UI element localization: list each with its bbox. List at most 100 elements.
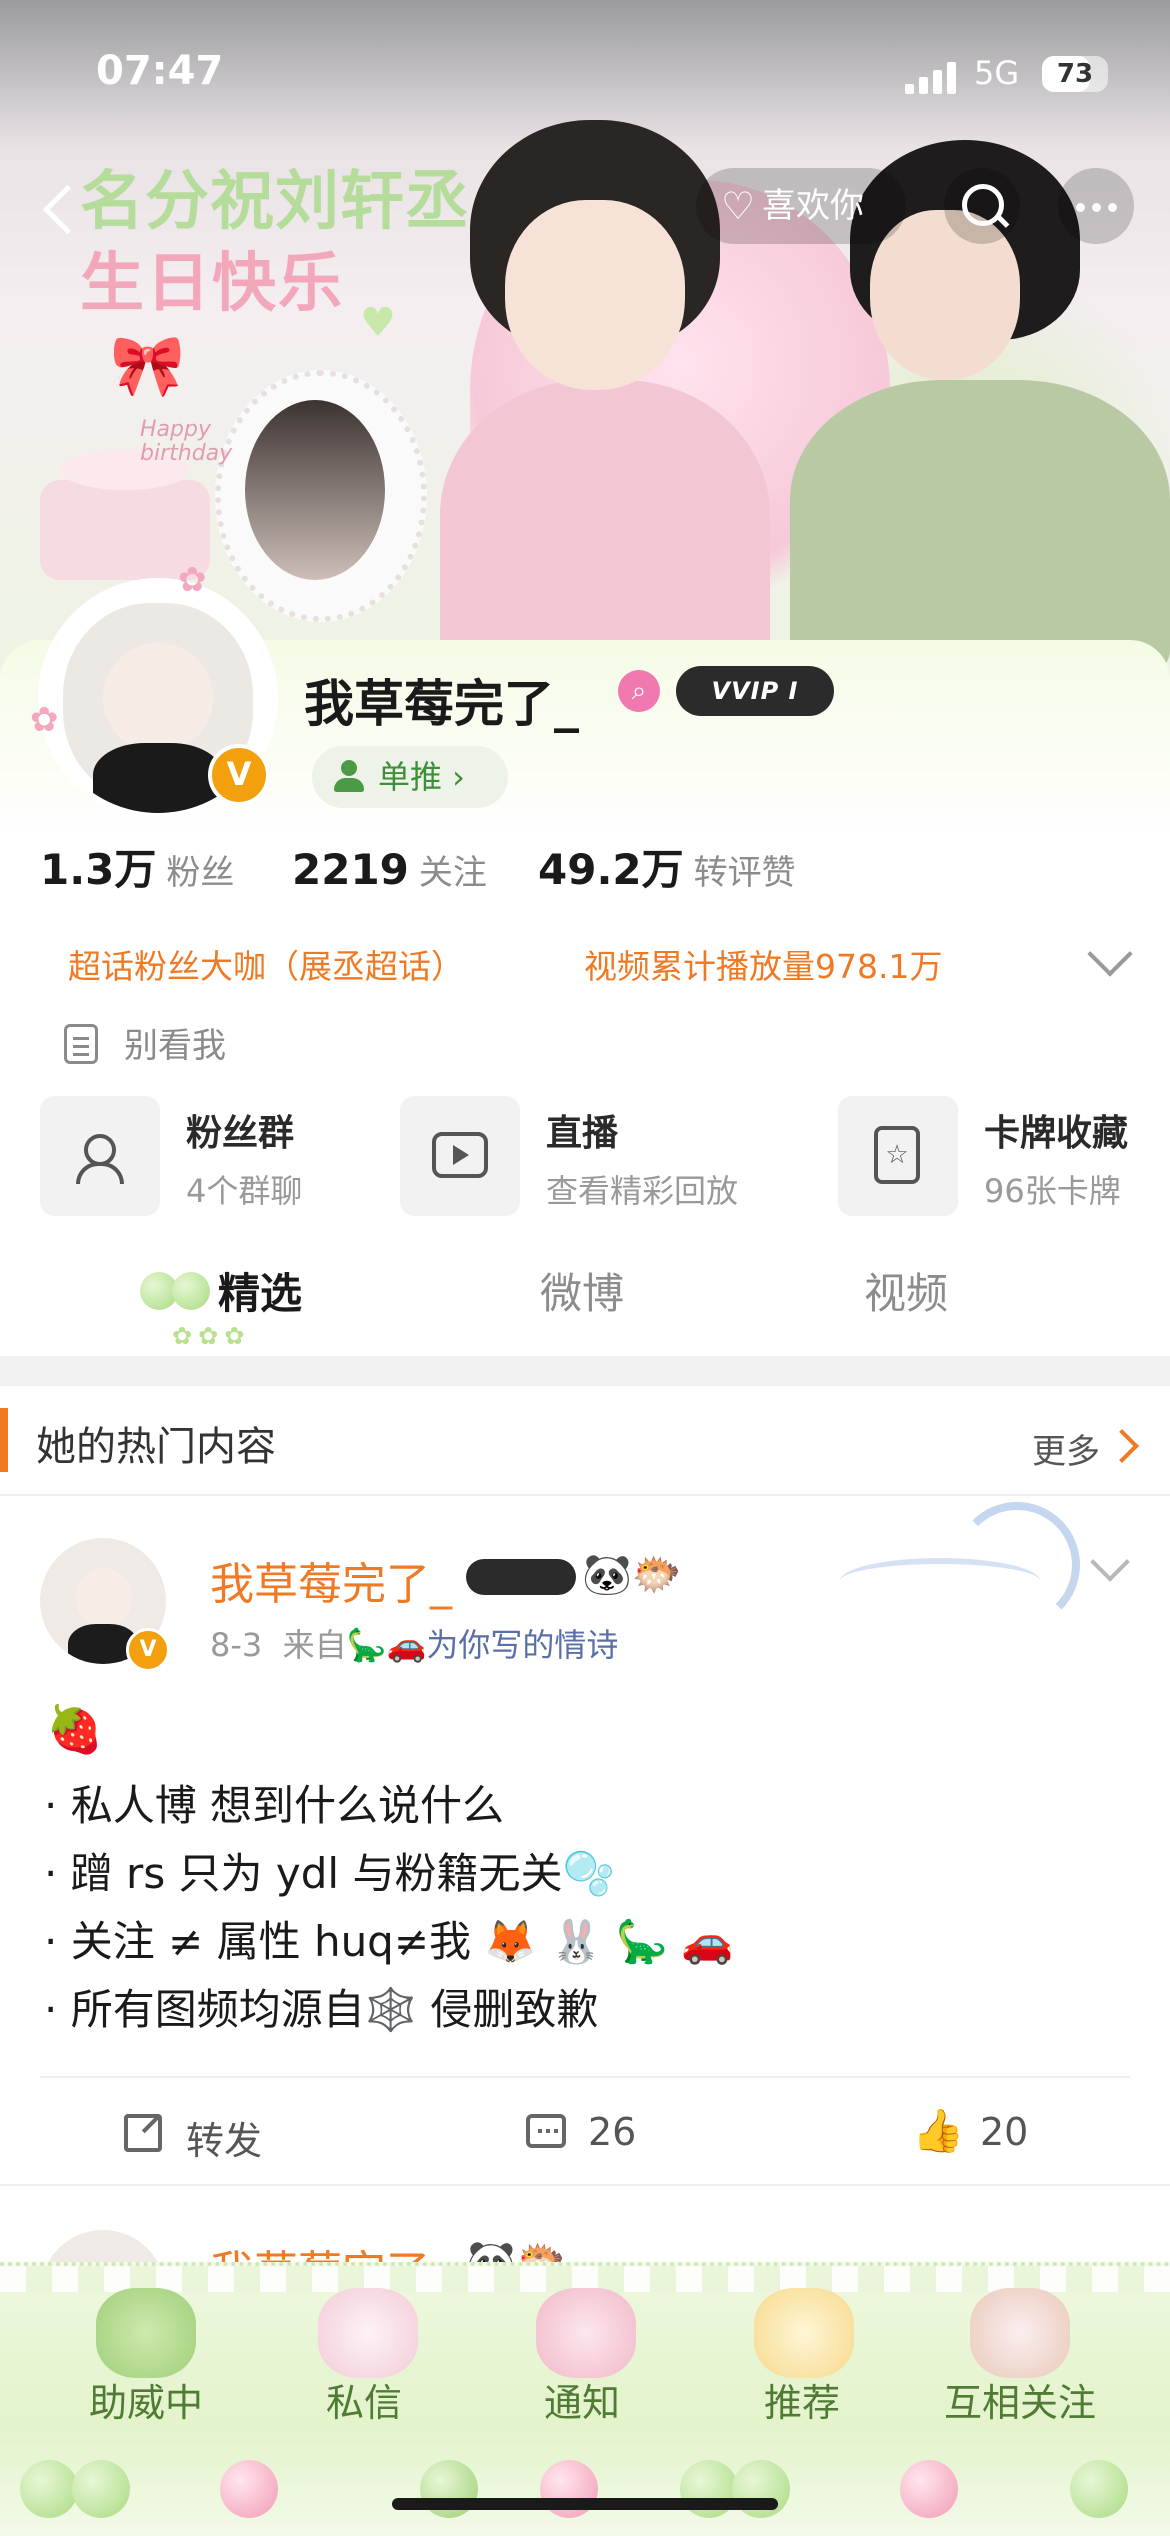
more-button[interactable] <box>1058 168 1134 244</box>
avatar-face <box>103 643 213 753</box>
share-icon[interactable] <box>124 2114 162 2152</box>
recommend-icon[interactable] <box>754 2288 854 2378</box>
notification-icon[interactable] <box>536 2288 636 2378</box>
single-fan-button[interactable]: 单推 › <box>312 746 508 808</box>
feature-title: 直播 <box>546 1113 619 1154</box>
video-plays-tag[interactable]: 视频累计播放量978.1万 <box>584 940 942 988</box>
search-button[interactable] <box>944 168 1020 244</box>
post-line: · 私人博 想到什么说什么 <box>44 1781 505 1830</box>
stat-label: 转评赞 <box>693 853 796 893</box>
vip-badge-icon <box>466 1559 576 1595</box>
tab-weibo[interactable]: 微博 <box>540 1260 624 1321</box>
section-gap <box>0 1356 1170 1386</box>
more-icon <box>1108 203 1117 212</box>
stat-value: 1.3万 <box>40 845 157 894</box>
stat-label: 关注 <box>418 853 487 893</box>
card-collection-button[interactable]: ☆ <box>838 1096 958 1216</box>
more-link[interactable]: 更多 <box>1032 1424 1100 1473</box>
chevron-down-icon[interactable] <box>1087 931 1133 977</box>
nav-mutual-follow[interactable]: 互相关注 <box>910 2372 1130 2427</box>
post-source[interactable]: 🦕🚗为你写的情诗 <box>347 1626 619 1664</box>
verified-icon: V <box>126 1628 170 1672</box>
like-label: 喜欢你 <box>762 186 864 226</box>
section-accent-bar <box>0 1408 8 1472</box>
stat-value: 2219 <box>292 845 409 894</box>
home-indicator[interactable] <box>392 2498 778 2510</box>
chevron-right-icon[interactable] <box>1105 1429 1139 1463</box>
group-icon <box>74 1130 126 1184</box>
network-type: 5G <box>974 54 1020 92</box>
stat-following[interactable]: 2219 关注 <box>292 840 487 900</box>
profile-banner[interactable]: 🎀 ♥ 名分祝刘轩丞 生日快乐 Happy birthday <box>0 0 1170 680</box>
avatar-body <box>93 743 223 813</box>
nav-recommend[interactable]: 推荐 <box>692 2372 912 2427</box>
tab-decoration <box>140 1270 210 1310</box>
stat-interactions[interactable]: 49.2万 转评赞 <box>538 840 796 900</box>
status-time: 07:47 <box>96 48 224 94</box>
tv-icon <box>432 1132 488 1178</box>
nav-cheer[interactable]: 助威中 <box>36 2372 256 2427</box>
mutual-follow-icon[interactable] <box>970 2288 1070 2378</box>
divider <box>0 1494 1170 1496</box>
flower-icon: ✿ <box>178 560 207 600</box>
stat-label: 粉丝 <box>166 853 235 893</box>
stat-value: 49.2万 <box>538 845 684 894</box>
tab-featured[interactable]: 精选 <box>218 1260 302 1321</box>
single-fan-label: 单推 › <box>378 758 465 796</box>
magnifier-badge-icon[interactable]: ⌕ <box>618 670 660 712</box>
nav-messages[interactable]: 私信 <box>254 2372 474 2427</box>
feature-title: 卡牌收藏 <box>984 1113 1129 1154</box>
banner-person <box>505 200 685 390</box>
wave-decoration <box>840 1502 1080 1628</box>
tab-video[interactable]: 视频 <box>864 1260 948 1321</box>
thumbs-up-icon[interactable]: 👍 <box>912 2106 964 2156</box>
flower-icon: ✿ <box>30 700 59 740</box>
person-icon <box>334 760 364 794</box>
like-button[interactable]: ♡ 喜欢你 <box>696 168 906 244</box>
comment-icon[interactable] <box>526 2114 566 2148</box>
bottom-decoration <box>0 2448 1170 2532</box>
profile-username: 我草莓完了_ <box>304 675 579 733</box>
fan-group-button[interactable] <box>40 1096 160 1216</box>
supertopic-tag[interactable]: 超话粉丝大咖（展丞超话） <box>68 940 464 988</box>
back-icon[interactable] <box>36 178 86 238</box>
chevron-down-icon[interactable] <box>1090 1542 1130 1582</box>
feature-subtitle: 96张卡牌 <box>984 1172 1121 1210</box>
like-icon: ♡ <box>720 184 756 228</box>
post-author-badges: 🐼🐡 <box>466 1550 682 1600</box>
post-line: · 所有图频均源自🕸️ 侵删致歉 <box>44 1985 599 2034</box>
more-icon <box>1076 203 1085 212</box>
post-date: 8-3 <box>210 1626 263 1664</box>
message-icon[interactable] <box>318 2288 418 2378</box>
feature-subtitle: 4个群聊 <box>186 1172 303 1210</box>
vvip-badge[interactable]: VVIP I <box>676 666 834 716</box>
banner-person <box>790 380 1170 680</box>
divider <box>0 2184 1170 2186</box>
more-icon <box>1092 203 1101 212</box>
banner-person <box>440 380 770 680</box>
like-count[interactable]: 20 <box>980 2110 1028 2154</box>
comment-count[interactable]: 26 <box>588 2110 636 2154</box>
post-author[interactable]: 我草莓完了_ <box>210 1548 452 1612</box>
nav-notifications[interactable]: 通知 <box>472 2372 692 2427</box>
bow-icon: 🎀 <box>110 331 185 401</box>
live-button[interactable] <box>400 1096 520 1216</box>
card-icon: ☆ <box>874 1126 920 1184</box>
verified-icon: V <box>208 744 270 806</box>
emoji-badges: 🐼🐡 <box>582 1552 682 1598</box>
banner-title: 名分祝刘轩丞 <box>80 165 470 239</box>
post-from: 来自 <box>282 1626 347 1664</box>
battery-icon: 73 <box>1042 56 1108 92</box>
heart-icon: ♥ <box>360 300 396 346</box>
section-title: 她的热门内容 <box>36 1424 276 1470</box>
cheer-icon[interactable] <box>96 2288 196 2378</box>
post-line: · 关注 ≠ 属性 huq≠我 🦊 🐰 🦕 🚗 <box>44 1917 734 1966</box>
post-line: 🍓 <box>46 1702 104 1756</box>
stat-followers[interactable]: 1.3万 粉丝 <box>40 840 234 900</box>
banner-title: 生日快乐 <box>80 247 344 321</box>
profile-bio: 别看我 <box>124 1026 226 1066</box>
signal-icon <box>905 60 957 94</box>
repost-button[interactable]: 转发 <box>186 2110 262 2165</box>
tab-decoration: ✿✿✿ <box>172 1322 251 1350</box>
feature-title: 粉丝群 <box>186 1113 295 1154</box>
